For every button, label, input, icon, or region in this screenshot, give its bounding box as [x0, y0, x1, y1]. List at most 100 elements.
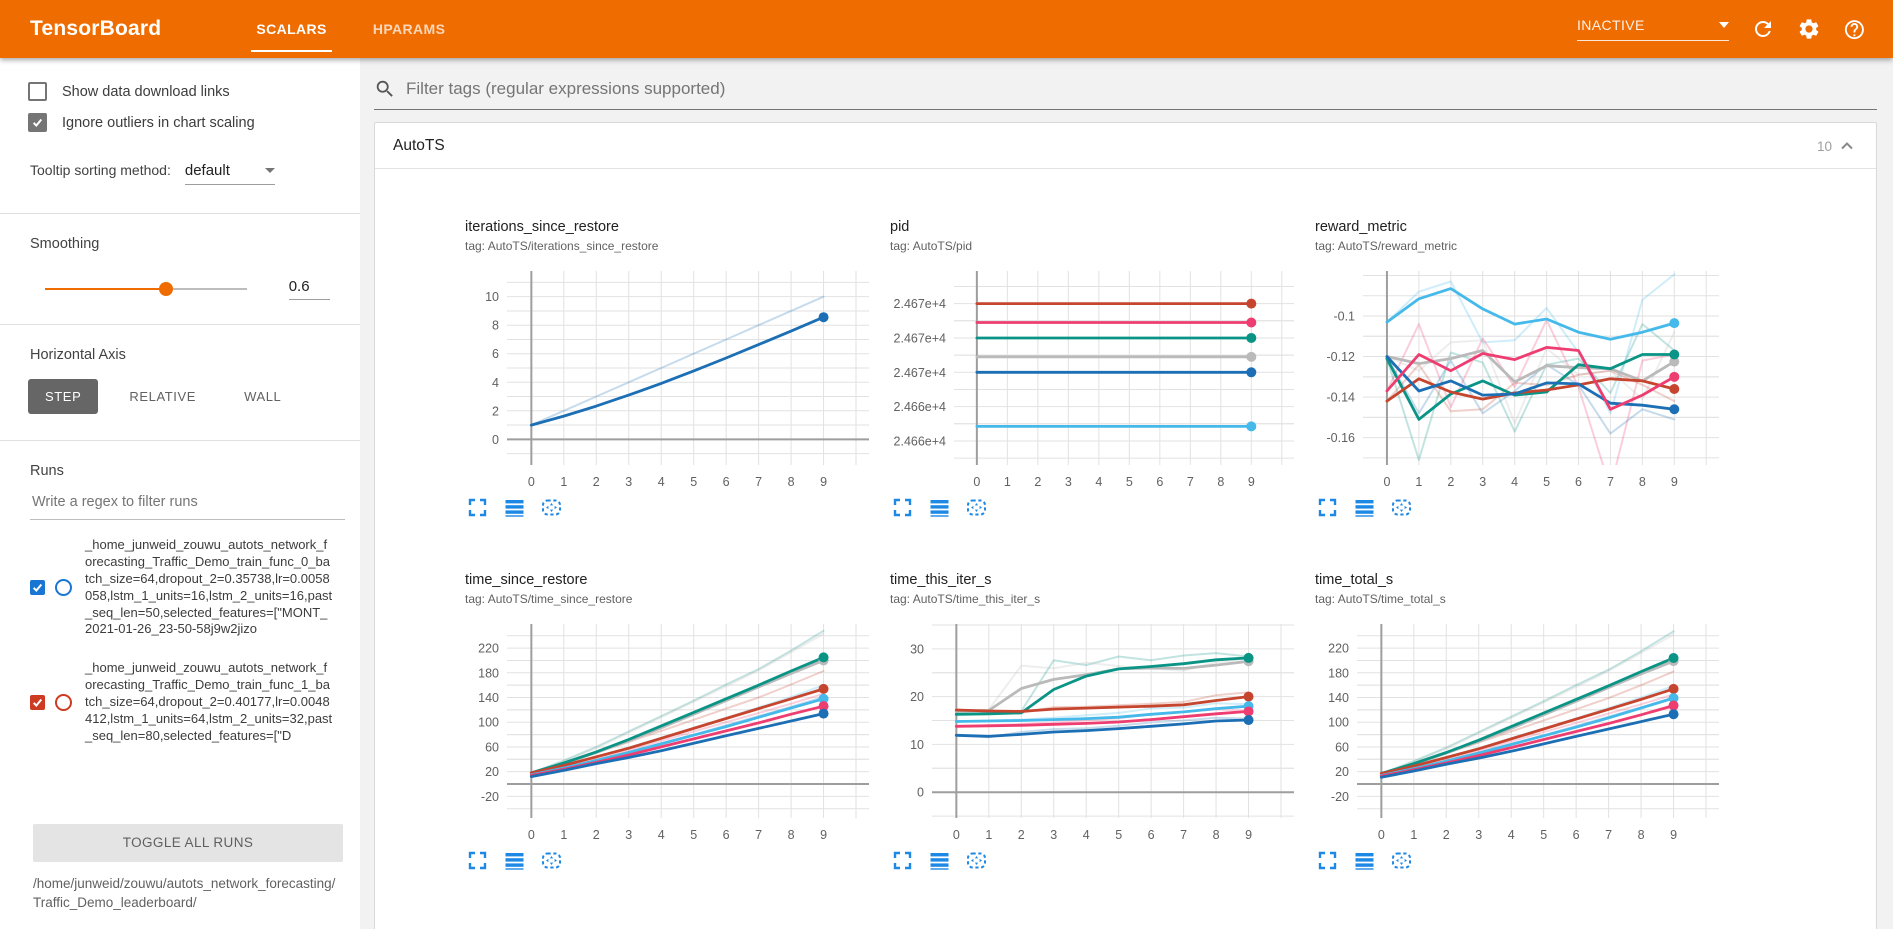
slider-thumb[interactable]: [159, 282, 173, 296]
svg-text:5: 5: [1540, 828, 1547, 842]
svg-text:8: 8: [492, 319, 499, 333]
horizontal-axis-buttons: STEP RELATIVE WALL: [28, 379, 360, 414]
divider: [0, 213, 360, 214]
help-icon[interactable]: [1843, 17, 1867, 41]
axis-button-relative[interactable]: RELATIVE: [112, 379, 213, 414]
expand-chart-icon[interactable]: [1317, 497, 1338, 518]
svg-text:180: 180: [478, 666, 499, 680]
tag-filter-input[interactable]: [404, 78, 1877, 100]
svg-text:5: 5: [1115, 828, 1122, 842]
svg-text:-0.14: -0.14: [1327, 391, 1356, 405]
log-scale-icon[interactable]: [929, 850, 950, 871]
header-actions: INACTIVE: [1577, 17, 1867, 41]
status-label: INACTIVE: [1577, 17, 1645, 33]
chart-card: pidtag: AutoTS/pid2.467e+42.467e+42.467e…: [890, 219, 1315, 518]
run-item[interactable]: _home_junweid_zouwu_autots_network_forec…: [0, 649, 360, 755]
svg-text:8: 8: [1638, 828, 1645, 842]
svg-text:0: 0: [973, 475, 980, 489]
run-checkbox[interactable]: [30, 695, 45, 710]
refresh-icon[interactable]: [1751, 17, 1775, 41]
chart-plot[interactable]: 2201801401006020-200123456789: [1315, 616, 1731, 846]
run-item[interactable]: _home_junweid_zouwu_autots_network_forec…: [0, 526, 360, 649]
fit-domain-icon[interactable]: [1391, 850, 1412, 871]
expand-chart-icon[interactable]: [1317, 850, 1338, 871]
svg-text:100: 100: [1328, 716, 1349, 730]
chart-plot[interactable]: 30201000123456789: [890, 616, 1306, 846]
log-scale-icon[interactable]: [504, 497, 525, 518]
svg-text:1: 1: [985, 828, 992, 842]
svg-text:0: 0: [492, 433, 499, 447]
run-radio[interactable]: [55, 579, 72, 596]
tooltip-sorting-row: Tooltip sorting method: default: [30, 162, 360, 185]
svg-text:220: 220: [1328, 642, 1349, 656]
tab-scalars[interactable]: SCALARS: [233, 0, 349, 58]
svg-text:0: 0: [953, 828, 960, 842]
expand-chart-icon[interactable]: [467, 497, 488, 518]
svg-text:7: 7: [1605, 828, 1612, 842]
smoothing-value[interactable]: 0.6: [289, 278, 330, 300]
svg-text:9: 9: [820, 475, 827, 489]
svg-text:0: 0: [528, 828, 535, 842]
chart-plot[interactable]: -0.1-0.12-0.14-0.160123456789: [1315, 263, 1731, 493]
status-dropdown[interactable]: INACTIVE: [1577, 17, 1729, 41]
log-directory-path: /home/junweid/zouwu/autots_network_forec…: [33, 874, 340, 913]
chart-toolbar: [892, 850, 1315, 871]
fit-domain-icon[interactable]: [966, 497, 987, 518]
settings-checkbox-row[interactable]: Ignore outliers in chart scaling: [28, 113, 360, 132]
chart-title: iterations_since_restore: [465, 219, 890, 235]
fit-domain-icon[interactable]: [541, 850, 562, 871]
fit-domain-icon[interactable]: [541, 497, 562, 518]
svg-text:2.467e+4: 2.467e+4: [894, 297, 947, 311]
run-radio[interactable]: [55, 694, 72, 711]
svg-text:4: 4: [1083, 828, 1090, 842]
fit-domain-icon[interactable]: [1391, 497, 1412, 518]
log-scale-icon[interactable]: [504, 850, 525, 871]
runs-filter-input[interactable]: [30, 493, 349, 511]
svg-text:2: 2: [593, 475, 600, 489]
svg-text:-20: -20: [1331, 790, 1349, 804]
svg-text:220: 220: [478, 642, 499, 656]
runs-filter: [30, 493, 345, 520]
chart-card: time_total_stag: AutoTS/time_total_s2201…: [1315, 572, 1740, 871]
svg-text:100: 100: [478, 716, 499, 730]
chart-toolbar: [1317, 497, 1740, 518]
settings-icon[interactable]: [1797, 17, 1821, 41]
fit-domain-icon[interactable]: [966, 850, 987, 871]
chart-tag: tag: AutoTS/time_this_iter_s: [890, 592, 1315, 606]
axis-button-step[interactable]: STEP: [28, 379, 98, 414]
svg-text:8: 8: [788, 828, 795, 842]
toggle-all-runs-button[interactable]: TOGGLE ALL RUNS: [33, 824, 343, 862]
check-icon: [31, 696, 44, 709]
chart-plot[interactable]: 2.467e+42.467e+42.467e+42.466e+42.466e+4…: [890, 263, 1306, 493]
svg-text:5: 5: [690, 475, 697, 489]
log-scale-icon[interactable]: [1354, 850, 1375, 871]
expand-chart-icon[interactable]: [892, 497, 913, 518]
settings-checkbox-row[interactable]: Show data download links: [28, 82, 360, 101]
svg-text:9: 9: [820, 828, 827, 842]
axis-button-wall[interactable]: WALL: [227, 379, 298, 414]
card-header[interactable]: AutoTS 10: [375, 123, 1876, 169]
divider: [0, 440, 360, 441]
card-collapse[interactable]: 10: [1817, 139, 1854, 154]
expand-chart-icon[interactable]: [467, 850, 488, 871]
checkbox[interactable]: [28, 82, 47, 101]
smoothing-slider[interactable]: [45, 282, 247, 296]
expand-chart-icon[interactable]: [892, 850, 913, 871]
tooltip-sorting-select[interactable]: default: [185, 162, 275, 185]
svg-text:20: 20: [910, 690, 924, 704]
run-name: _home_junweid_zouwu_autots_network_forec…: [85, 537, 333, 638]
tab-hparams[interactable]: HPARAMS: [350, 0, 469, 58]
log-scale-icon[interactable]: [1354, 497, 1375, 518]
chart-plot[interactable]: 2201801401006020-200123456789: [465, 616, 881, 846]
chart-plot[interactable]: 10864200123456789: [465, 263, 881, 493]
svg-text:9: 9: [1245, 828, 1252, 842]
chart-title: reward_metric: [1315, 219, 1740, 235]
run-checkbox[interactable]: [30, 580, 45, 595]
chart-title: time_total_s: [1315, 572, 1740, 588]
log-scale-icon[interactable]: [929, 497, 950, 518]
svg-text:3: 3: [1479, 475, 1486, 489]
checkbox[interactable]: [28, 113, 47, 132]
svg-text:2: 2: [1447, 475, 1454, 489]
sidebar-bottom: TOGGLE ALL RUNS /home/junweid/zouwu/auto…: [0, 824, 360, 929]
chart-card: time_since_restoretag: AutoTS/time_since…: [465, 572, 890, 871]
